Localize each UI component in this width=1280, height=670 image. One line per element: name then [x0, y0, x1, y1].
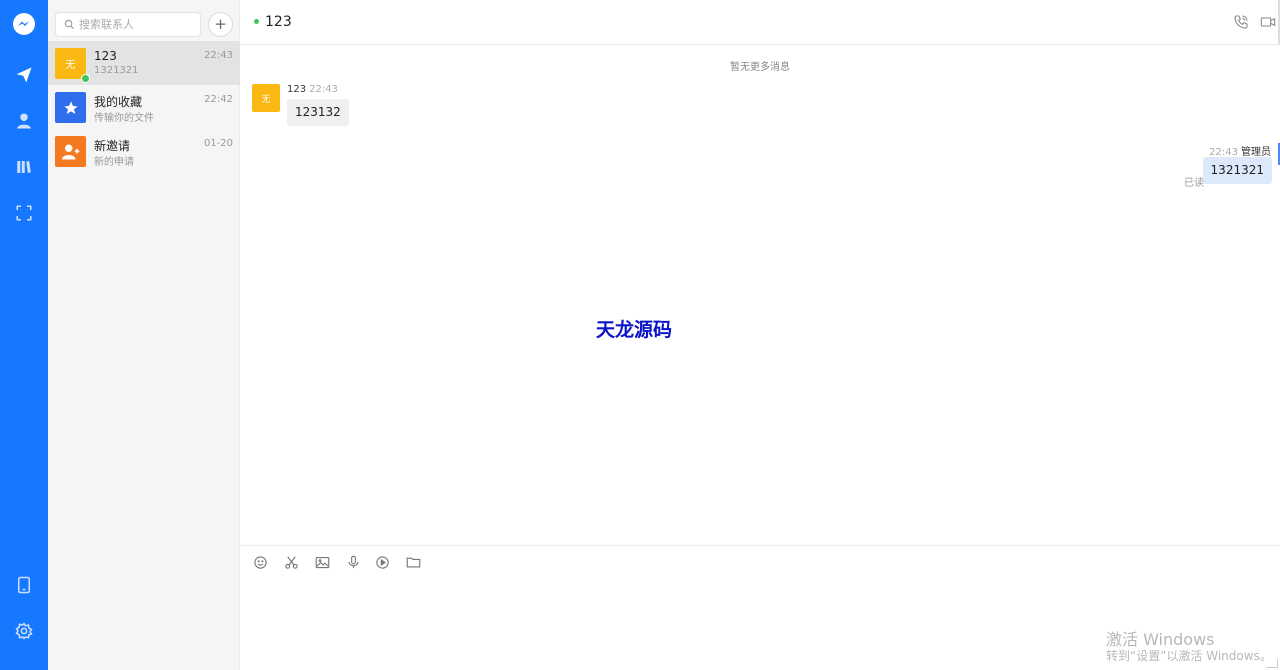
conversation-name: 我的收藏 — [94, 95, 143, 109]
resize-grip-icon[interactable] — [1266, 659, 1278, 668]
search-box[interactable] — [55, 12, 201, 37]
chat-title: 123 — [265, 14, 292, 30]
outgoing-message-bubble[interactable]: 1321321 — [1202, 157, 1272, 184]
message-sender: 123 — [287, 84, 307, 95]
voice-call-icon[interactable] — [1233, 14, 1249, 33]
read-status: 已读 — [1184, 178, 1204, 189]
no-more-messages: 暂无更多消息 — [730, 62, 790, 73]
input-toolbar — [240, 545, 1280, 575]
folder-icon[interactable] — [405, 554, 421, 570]
add-contact-button[interactable]: + — [208, 12, 233, 37]
emoji-icon[interactable] — [252, 554, 268, 570]
messenger-logo-icon[interactable] — [0, 10, 48, 38]
tablet-icon[interactable] — [0, 571, 48, 599]
video-play-icon[interactable] — [374, 554, 390, 570]
star-icon — [55, 92, 86, 123]
left-nav — [0, 0, 48, 670]
chat-header: 123 — [240, 0, 1280, 45]
add-user-icon — [55, 136, 86, 167]
conversation-item-123[interactable]: 无 123 1321321 22:43 — [48, 41, 240, 85]
conversation-name: 123 — [94, 49, 117, 63]
avatar: 无 — [252, 84, 280, 112]
settings-icon[interactable] — [0, 617, 48, 645]
conversation-preview: 1321321 — [94, 65, 139, 76]
online-indicator — [254, 19, 259, 24]
video-call-icon[interactable] — [1260, 14, 1276, 33]
microphone-icon[interactable] — [345, 554, 361, 570]
windows-activation-hint: 转到“设置”以激活 Windows。 — [1106, 649, 1272, 663]
watermark-text: 天龙源码 — [596, 319, 673, 341]
conversation-list: + 无 123 1321321 22:43 我的收藏 传输你的文件 22:42 … — [48, 0, 240, 670]
online-indicator — [81, 74, 90, 83]
chat-panel: 123 暂无更多消息 无 123 22:43 123132 22:43 管理员 13… — [240, 0, 1280, 670]
conversation-item-invites[interactable]: 新邀请 新的申请 01-20 — [48, 129, 240, 173]
send-icon[interactable] — [0, 61, 48, 89]
conversation-time: 22:43 — [204, 50, 233, 61]
incoming-message-bubble[interactable]: 123132 — [287, 99, 349, 126]
conversation-preview: 传输你的文件 — [94, 113, 154, 124]
conversation-preview: 新的申请 — [94, 157, 134, 168]
conversation-name: 新邀请 — [94, 139, 131, 153]
library-icon[interactable] — [0, 153, 48, 181]
scissors-icon[interactable] — [283, 554, 299, 570]
contacts-icon[interactable] — [0, 107, 48, 135]
search-icon — [64, 19, 75, 30]
search-input[interactable] — [79, 18, 197, 31]
image-icon[interactable] — [314, 554, 330, 570]
message-time: 22:43 — [309, 84, 338, 95]
message-meta: 123 22:43 — [287, 84, 338, 95]
conversation-item-favorites[interactable]: 我的收藏 传输你的文件 22:42 — [48, 85, 240, 129]
conversation-time: 01-20 — [203, 138, 233, 149]
conversation-time: 22:42 — [204, 94, 233, 105]
message-meta: 22:43 管理员 — [1209, 143, 1271, 158]
scan-icon[interactable] — [0, 199, 48, 227]
